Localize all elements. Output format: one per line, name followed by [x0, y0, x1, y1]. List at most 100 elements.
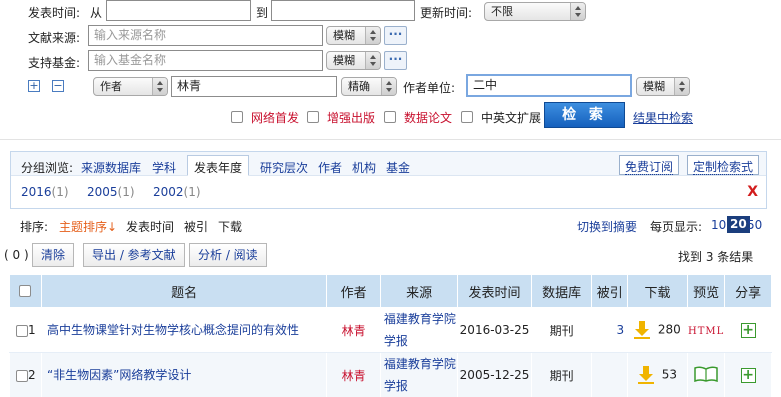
close-icon[interactable]: X [747, 184, 758, 200]
org-match-select[interactable]: 模糊 [636, 77, 690, 96]
header-title[interactable]: 题名 [40, 274, 328, 308]
html-preview-icon[interactable]: HTML [688, 326, 724, 337]
select-arrows-icon [365, 27, 380, 44]
header-select-all[interactable] [9, 274, 42, 308]
checkbox-label-cn-en-expand[interactable]: 中英文扩展 [481, 109, 541, 126]
fund-match-select[interactable]: 模糊 [326, 51, 381, 70]
row-source[interactable]: 福建教育学院学报 [379, 307, 459, 353]
select-all-checkbox[interactable] [19, 285, 32, 297]
page-size-10[interactable]: 10 [711, 218, 726, 232]
fund-more-button[interactable]: ··· [384, 51, 407, 70]
download-icon[interactable] [638, 366, 655, 384]
export-button[interactable]: 导出 / 参考文献 [83, 243, 185, 267]
row-author[interactable]: 林青 [326, 307, 381, 353]
switch-abstract-link[interactable]: 切换到摘要 [577, 218, 637, 235]
checkbox-enhanced[interactable] [307, 111, 319, 123]
row-download[interactable]: 53 [627, 352, 688, 397]
table-row: 1 高中生物课堂针对生物学核心概念提问的有效性 林青 福建教育学院学报 2016… [9, 307, 772, 353]
fund-input[interactable]: 输入基金名称 [88, 50, 323, 71]
row-cited[interactable] [591, 352, 629, 397]
tab-pub-year[interactable]: 发表年度 [187, 155, 250, 176]
book-preview-icon[interactable] [694, 365, 718, 382]
custom-search-button[interactable]: 定制检索式 [687, 155, 760, 175]
year-value: 2016 [21, 185, 52, 199]
select-arrows-icon [570, 3, 585, 20]
header-date[interactable]: 发表时间 [457, 274, 532, 308]
header-download[interactable]: 下载 [627, 274, 688, 308]
from-label: 从 [90, 6, 103, 20]
header-database: 数据库 [530, 274, 593, 308]
search-in-results-link[interactable]: 结果中检索 [633, 109, 693, 126]
row-preview[interactable] [686, 352, 726, 397]
row-date: 2005-12-25 [457, 352, 532, 397]
page-size-50[interactable]: 50 [747, 218, 762, 232]
remove-row-icon[interactable]: − [52, 80, 64, 92]
author-match-select[interactable]: 精确 [341, 77, 397, 96]
year-2016[interactable]: 2016(1) [21, 185, 69, 199]
select-arrows-icon [381, 78, 396, 95]
checkbox-label-enhanced[interactable]: 增强出版 [327, 109, 375, 126]
sort-cited[interactable]: 被引 [184, 218, 208, 235]
row-share[interactable]: + [724, 307, 772, 353]
row-cited[interactable]: 3 [591, 307, 629, 353]
sort-bar: 排序: 主题排序↓ 发表时间 被引 下载 切换到摘要 每页显示: 10 20 5… [0, 214, 781, 236]
tab-subject[interactable]: 学科 [152, 159, 176, 176]
year-2002[interactable]: 2002(1) [153, 185, 201, 199]
advanced-search-panel: 发表时间: 从 到 更新时间: 不限 文献来源: 输入来源名称 模糊 ··· 支… [0, 0, 781, 140]
tab-research-level[interactable]: 研究层次 [260, 159, 308, 176]
share-plus-icon[interactable]: + [740, 367, 756, 383]
header-author: 作者 [326, 274, 381, 308]
org-input[interactable]: 二中 [466, 74, 632, 97]
free-subscribe-button[interactable]: 免费订阅 [619, 155, 680, 175]
row-title[interactable]: “非生物因素”网络教学设计 [40, 352, 328, 397]
checkbox-label-network-first[interactable]: 网络首发 [251, 109, 299, 126]
row-title[interactable]: 高中生物课堂针对生物学核心概念提问的有效性 [40, 307, 328, 353]
org-match-value: 模糊 [643, 80, 665, 93]
checkbox-network-first[interactable] [231, 111, 243, 123]
row-source[interactable]: 福建教育学院学报 [379, 352, 459, 397]
checkbox-label-data-paper[interactable]: 数据论文 [404, 109, 452, 126]
header-cited[interactable]: 被引 [591, 274, 629, 308]
row-checkbox[interactable] [16, 324, 28, 337]
sort-pub-time[interactable]: 发表时间 [126, 218, 174, 235]
row-date: 2016-03-25 [457, 307, 532, 353]
sort-topic[interactable]: 主题排序↓ [59, 218, 117, 235]
row-preview[interactable]: HTML [686, 307, 726, 353]
update-time-select[interactable]: 不限 [484, 2, 586, 21]
row-download[interactable]: 280 [627, 307, 688, 353]
checkbox-cn-en-expand[interactable] [461, 111, 473, 123]
source-more-button[interactable]: ··· [384, 26, 407, 45]
row-author[interactable]: 林青 [326, 352, 381, 397]
pub-time-to-input[interactable] [271, 0, 415, 21]
tab-institution[interactable]: 机构 [352, 159, 376, 176]
tab-source-db[interactable]: 来源数据库 [81, 159, 141, 176]
field-select[interactable]: 作者 [93, 77, 168, 96]
update-time-label: 更新时间: [420, 6, 473, 20]
row-checkbox[interactable] [16, 369, 28, 382]
pub-time-from-input[interactable] [106, 0, 251, 21]
sort-download[interactable]: 下载 [218, 218, 242, 235]
clear-button[interactable]: 清除 [32, 243, 75, 267]
download-icon[interactable] [634, 321, 651, 339]
row-select[interactable]: 1 [9, 307, 42, 353]
share-plus-icon[interactable]: + [740, 322, 756, 338]
year-value: 2005 [87, 185, 118, 199]
analyze-button[interactable]: 分析 / 阅读 [189, 243, 267, 267]
action-bar: ( 0 ) 清除 导出 / 参考文献 分析 / 阅读 找到 3 条结果 [0, 243, 781, 269]
per-page-label: 每页显示: [650, 220, 703, 234]
fund-label: 支持基金: [28, 56, 81, 70]
source-match-select[interactable]: 模糊 [326, 26, 381, 45]
group-browse-label: 分组浏览: [21, 161, 74, 175]
year-2005[interactable]: 2005(1) [87, 185, 135, 199]
author-input[interactable]: 林青 [171, 76, 337, 97]
group-browse-panel: 分组浏览: 来源数据库 学科 发表年度 研究层次 作者 机构 基金 免费订阅 定… [10, 151, 767, 209]
checkbox-data-paper[interactable] [384, 111, 396, 123]
search-button[interactable]: 检 索 [544, 102, 625, 128]
row-share[interactable]: + [724, 352, 772, 397]
tab-author[interactable]: 作者 [318, 159, 342, 176]
row-select[interactable]: 2 [9, 352, 42, 397]
add-row-icon[interactable]: + [28, 80, 40, 92]
source-input[interactable]: 输入来源名称 [88, 25, 323, 46]
tab-fund[interactable]: 基金 [386, 159, 410, 176]
row-number: 2 [28, 368, 36, 382]
